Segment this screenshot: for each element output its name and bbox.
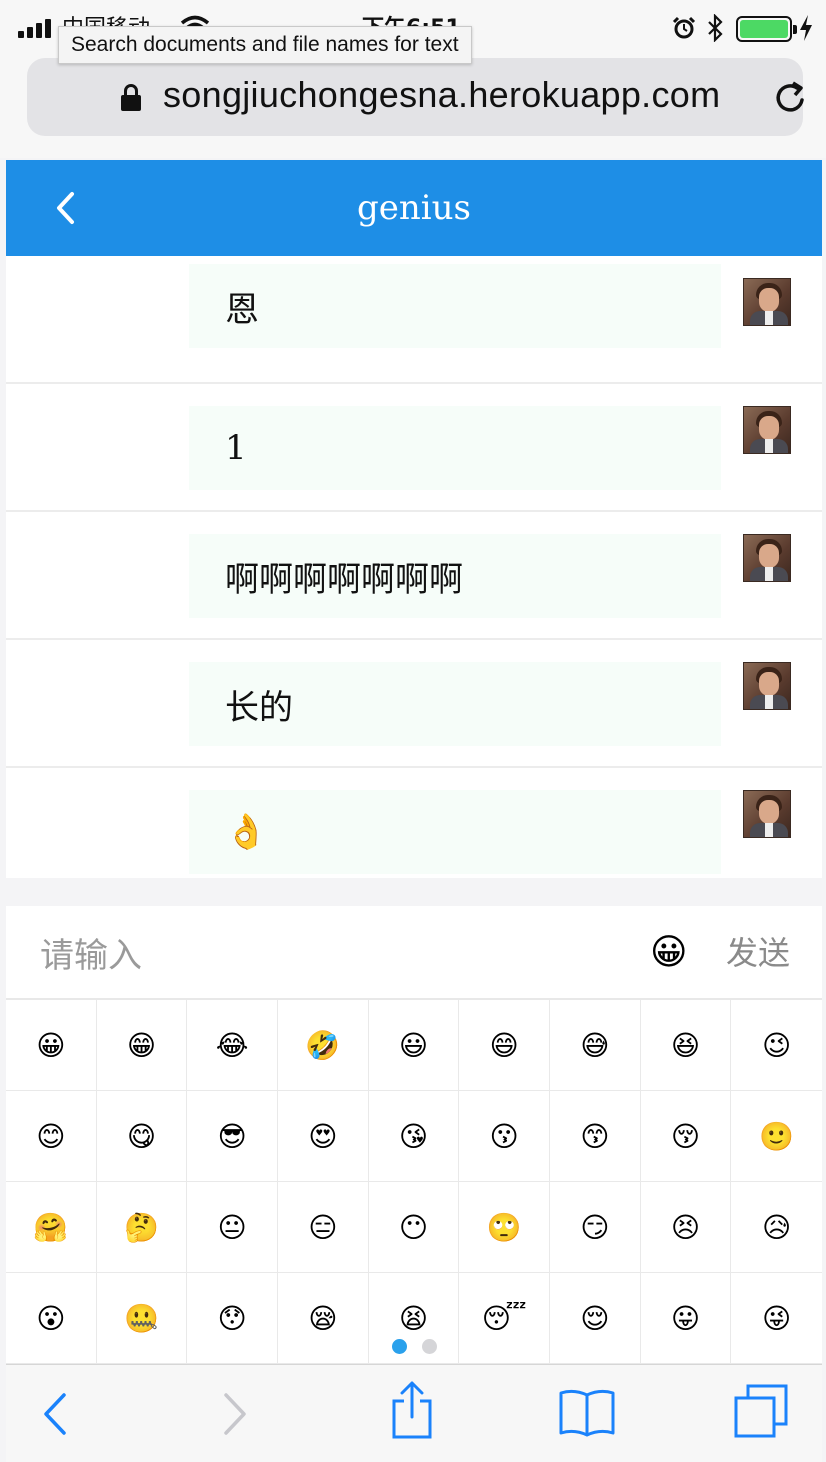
avatar[interactable] — [743, 406, 791, 454]
emoji-cell[interactable]: 🤗 — [6, 1182, 97, 1273]
emoji-cell[interactable]: 🤔 — [96, 1182, 188, 1273]
emoji-cell[interactable]: 😊 — [6, 1091, 97, 1182]
bluetooth-icon — [708, 14, 723, 42]
search-tooltip: Search documents and file names for text — [58, 26, 472, 64]
back-icon[interactable] — [40, 1391, 68, 1437]
share-icon[interactable] — [390, 1379, 434, 1441]
browser-address-area: songjiuchongesna.herokuapp.com — [0, 56, 826, 158]
chat-header: genius — [6, 160, 822, 256]
signal-icon — [18, 18, 58, 38]
emoji-cell[interactable]: 😁 — [96, 1000, 188, 1091]
message-input[interactable]: 请输入 — [40, 928, 142, 977]
emoji-cell[interactable]: 😯 — [187, 1273, 278, 1364]
emoji-cell[interactable]: 😥 — [731, 1182, 822, 1273]
emoji-cell[interactable]: 😐 — [187, 1182, 278, 1273]
avatar[interactable] — [743, 790, 791, 838]
message-bubble[interactable]: 啊啊啊啊啊啊啊 — [189, 534, 721, 618]
message-bubble[interactable]: 长的 — [189, 662, 721, 746]
address-bar[interactable]: songjiuchongesna.herokuapp.com — [27, 58, 804, 136]
message-bubble[interactable]: 1 — [189, 406, 721, 490]
message-row: 1 — [6, 384, 822, 512]
emoji-cell[interactable]: 😂 — [187, 1000, 278, 1091]
alarm-icon — [672, 16, 696, 39]
bookmarks-icon[interactable] — [558, 1387, 616, 1437]
emoji-cell[interactable]: 😄 — [459, 1000, 550, 1091]
emoji-cell[interactable]: 😃 — [368, 1000, 460, 1091]
emoji-cell[interactable]: 😅 — [549, 1000, 641, 1091]
emoji-cell[interactable]: 😙 — [549, 1091, 641, 1182]
page-dot[interactable] — [422, 1339, 437, 1354]
emoji-cell[interactable]: 😶 — [368, 1182, 460, 1273]
page-dot-active[interactable] — [392, 1339, 407, 1354]
browser-toolbar — [6, 1364, 822, 1462]
emoji-cell[interactable]: 🙂 — [731, 1091, 822, 1182]
emoji-cell[interactable]: 🤣 — [277, 1000, 369, 1091]
composer: 请输入 😀 发送 — [6, 906, 822, 1000]
message-bubble[interactable]: 👌 — [189, 790, 721, 874]
message-row: 长的 — [6, 640, 822, 768]
emoji-cell[interactable]: 😚 — [640, 1091, 732, 1182]
message-list[interactable]: 恩 1 啊啊啊啊啊啊啊 长的 👌 — [6, 256, 822, 896]
emoji-cell[interactable]: 🤐 — [96, 1273, 188, 1364]
emoji-cell[interactable]: 😎 — [187, 1091, 278, 1182]
emoji-picker: 😀 😁 😂 🤣 😃 😄 😅 😆 😉 😊 😋 😎 😍 😘 😗 😙 😚 🙂 🤗 🤔 😐 😑 😶 🙄 😏 😣 😥 😮 🤐 😯 😪 😫 😴 😌 😛 😜 — [6, 1000, 822, 1364]
back-chevron-icon[interactable] — [54, 190, 76, 226]
message-row: 👌 — [6, 768, 822, 896]
message-bubble[interactable]: 恩 — [189, 264, 721, 348]
emoji-cell[interactable]: 😗 — [459, 1091, 550, 1182]
emoji-cell[interactable]: 😀 — [6, 1000, 97, 1091]
url-text[interactable]: songjiuchongesna.herokuapp.com — [163, 74, 720, 116]
emoji-cell[interactable]: 😌 — [549, 1273, 641, 1364]
message-row: 啊啊啊啊啊啊啊 — [6, 512, 822, 640]
avatar[interactable] — [743, 662, 791, 710]
emoji-cell[interactable]: 😏 — [549, 1182, 641, 1273]
emoji-cell[interactable]: 😜 — [731, 1273, 822, 1364]
emoji-cell[interactable]: 😮 — [6, 1273, 97, 1364]
avatar[interactable] — [743, 534, 791, 582]
emoji-cell[interactable]: 😉 — [731, 1000, 822, 1091]
lock-icon — [121, 84, 141, 112]
emoji-cell[interactable]: 😘 — [368, 1091, 460, 1182]
emoji-page-indicator — [392, 1339, 442, 1355]
avatar[interactable] — [743, 278, 791, 326]
emoji-cell[interactable]: 😋 — [96, 1091, 188, 1182]
forward-icon — [224, 1393, 246, 1435]
emoji-cell[interactable]: 😴 — [459, 1273, 550, 1364]
emoji-cell[interactable]: 😛 — [640, 1273, 732, 1364]
emoji-toggle-button[interactable]: 😀 — [650, 928, 688, 978]
tabs-icon[interactable] — [732, 1383, 790, 1439]
emoji-cell[interactable]: 😆 — [640, 1000, 732, 1091]
battery-icon — [736, 16, 797, 42]
emoji-cell[interactable]: 😣 — [640, 1182, 732, 1273]
emoji-cell[interactable]: 🙄 — [459, 1182, 550, 1273]
send-button[interactable]: 发送 — [726, 928, 790, 978]
divider — [6, 878, 822, 906]
reload-icon[interactable] — [773, 80, 809, 116]
charging-icon — [800, 15, 812, 41]
emoji-cell[interactable]: 😍 — [277, 1091, 369, 1182]
chat-title: genius — [356, 188, 471, 228]
emoji-cell[interactable]: 😑 — [277, 1182, 369, 1273]
emoji-cell[interactable]: 😪 — [277, 1273, 369, 1364]
message-row: 恩 — [6, 256, 822, 384]
